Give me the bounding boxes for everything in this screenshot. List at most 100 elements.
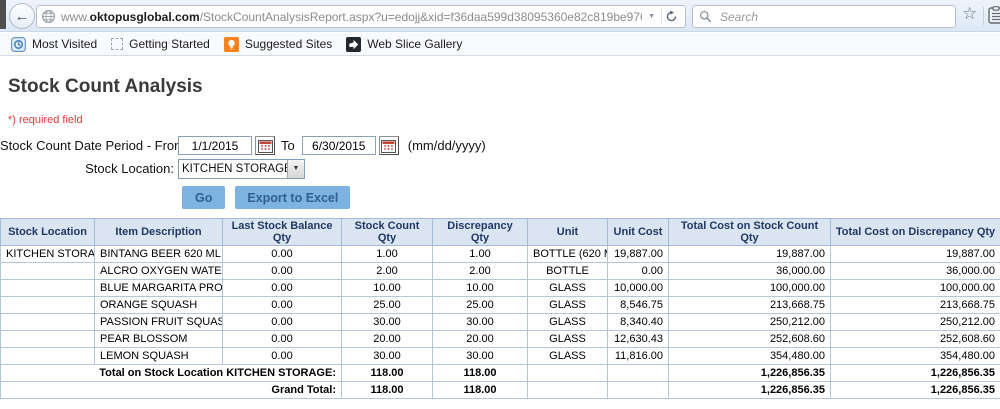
search-input[interactable]: [718, 9, 949, 25]
stock-location-select[interactable]: KITCHEN STORAGE ▼: [178, 159, 305, 179]
table-cell: [1, 263, 95, 280]
column-header: Discrepancy Qty: [433, 219, 528, 246]
date-format-hint: (mm/dd/yyyy): [408, 138, 486, 153]
table-row: ORANGE SQUASH0.0025.0025.00GLASS8,546.75…: [1, 297, 1000, 314]
table-cell: 30.00: [342, 348, 433, 365]
table-header-row: Stock LocationItem DescriptionLast Stock…: [1, 219, 1000, 246]
search-icon: [699, 10, 712, 23]
bookmarks-toolbar: Most Visited Getting Started Suggested S…: [0, 33, 1000, 56]
address-bar[interactable]: www.oktopusglobal.com/StockCountAnalysis…: [36, 5, 686, 28]
footer-label: Total on Stock Location KITCHEN STORAGE:: [1, 365, 342, 382]
table-cell: 0.00: [608, 263, 669, 280]
table-cell: 250,212.00: [669, 314, 831, 331]
from-date-input[interactable]: [178, 136, 252, 155]
navigation-toolbar: ← www.oktopusglobal.com/StockCountAnalys…: [0, 0, 1000, 32]
column-header: Unit: [528, 219, 608, 246]
stock-location-label: Stock Location:: [0, 161, 178, 176]
from-calendar-button[interactable]: [255, 136, 275, 155]
table-cell: GLASS: [528, 331, 608, 348]
url-text: www.oktopusglobal.com/StockCountAnalysis…: [61, 10, 642, 24]
footer-cell: [608, 365, 669, 382]
table-cell: 252,608.60: [669, 331, 831, 348]
export-to-excel-button[interactable]: Export to Excel: [235, 186, 350, 209]
table-cell: PASSION FRUIT SQUASH: [95, 314, 223, 331]
table-cell: 252,608.60: [831, 331, 1000, 348]
table-total-row: Total on Stock Location KITCHEN STORAGE:…: [1, 365, 1000, 382]
table-cell: [1, 348, 95, 365]
table-cell: 0.00: [223, 297, 342, 314]
table-cell: BINTANG BEER 620 ML: [95, 246, 223, 263]
footer-cell: 118.00: [342, 382, 433, 399]
go-button[interactable]: Go: [182, 186, 225, 209]
table-cell: ORANGE SQUASH: [95, 297, 223, 314]
date-period-label: Stock Count Date Period - From*:: [0, 138, 178, 153]
url-path: /StockCountAnalysisReport.aspx?u=edojj&x…: [200, 10, 642, 24]
table-cell: [1, 331, 95, 348]
table-cell: 1.00: [342, 246, 433, 263]
selected-location: KITCHEN STORAGE: [179, 160, 287, 178]
table-cell: ALCRO OXYGEN WATER: [95, 263, 223, 280]
reload-icon[interactable]: [662, 10, 681, 23]
to-date-input[interactable]: [302, 136, 376, 155]
table-cell: 19,887.00: [831, 246, 1000, 263]
report-filter-form: Stock Count Date Period - From*: To (mm/…: [0, 134, 1000, 180]
toolbar-divider: [983, 7, 984, 25]
column-header: Total Cost on Discrepancy Qty: [831, 219, 1000, 246]
table-cell: 1.00: [433, 246, 528, 263]
table-cell: 10.00: [433, 280, 528, 297]
table-cell: 8,546.75: [608, 297, 669, 314]
table-cell: 30.00: [433, 314, 528, 331]
bookmark-web-slice-gallery[interactable]: Web Slice Gallery: [339, 35, 469, 54]
column-header: Stock Location: [1, 219, 95, 246]
bookmark-suggested-sites[interactable]: Suggested Sites: [217, 35, 339, 54]
table-cell: 10.00: [342, 280, 433, 297]
table-cell: BLUE MARGARITA PROMO: [95, 280, 223, 297]
suggested-sites-icon: [224, 37, 239, 52]
footer-cell: 1,226,856.35: [831, 365, 1000, 382]
bookmark-star-icon[interactable]: ☆: [962, 4, 977, 24]
stock-location-row: Stock Location: KITCHEN STORAGE ▼: [0, 157, 1000, 180]
bookmark-most-visited[interactable]: Most Visited: [4, 35, 104, 54]
required-field-note: *) required field: [8, 114, 1000, 126]
search-bar[interactable]: [692, 5, 956, 28]
table-cell: 8,340.40: [608, 314, 669, 331]
window-edge: [0, 0, 6, 29]
bookmark-label: Web Slice Gallery: [367, 37, 462, 51]
globe-icon: [41, 9, 56, 24]
table-row: PEAR BLOSSOM0.0020.0020.00GLASS12,630.43…: [1, 331, 1000, 348]
table-cell: 100,000.00: [831, 280, 1000, 297]
table-row: BLUE MARGARITA PROMO0.0010.0010.00GLASS1…: [1, 280, 1000, 297]
table-row: ALCRO OXYGEN WATER0.002.002.00BOTTLE0.00…: [1, 263, 1000, 280]
table-cell: 25.00: [433, 297, 528, 314]
table-cell: 0.00: [223, 246, 342, 263]
table-cell: 2.00: [433, 263, 528, 280]
table-cell: 250,212.00: [831, 314, 1000, 331]
table-cell: KITCHEN STORAGE: [1, 246, 95, 263]
table-cell: 213,668.75: [831, 297, 1000, 314]
footer-cell: [608, 382, 669, 399]
table-cell: 36,000.00: [669, 263, 831, 280]
column-header: Last Stock Balance Qty: [223, 219, 342, 246]
getting-started-icon: [111, 38, 123, 50]
table-cell: [1, 280, 95, 297]
url-domain: oktopusglobal.com: [90, 10, 200, 24]
table-cell: 12,630.43: [608, 331, 669, 348]
web-slice-icon: [346, 37, 361, 52]
to-calendar-button[interactable]: [379, 136, 399, 155]
table-cell: 20.00: [433, 331, 528, 348]
footer-cell: [528, 382, 608, 399]
footer-cell: 1,226,856.35: [669, 382, 831, 399]
footer-cell: 118.00: [433, 365, 528, 382]
table-cell: BOTTLE: [528, 263, 608, 280]
back-button[interactable]: ←: [9, 3, 35, 29]
url-history-dropdown-icon[interactable]: ▼: [642, 13, 661, 20]
browser-window: ← www.oktopusglobal.com/StockCountAnalys…: [0, 0, 1000, 409]
bookmarks-menu-icon[interactable]: [988, 6, 1000, 27]
table-cell: PEAR BLOSSOM: [95, 331, 223, 348]
table-cell: 30.00: [342, 314, 433, 331]
footer-cell: 1,226,856.35: [831, 382, 1000, 399]
table-cell: 11,816.00: [608, 348, 669, 365]
page-content: Stock Count Analysis *) required field S…: [0, 57, 1000, 409]
action-buttons: Go Export to Excel: [182, 186, 1000, 209]
bookmark-getting-started[interactable]: Getting Started: [104, 35, 217, 53]
